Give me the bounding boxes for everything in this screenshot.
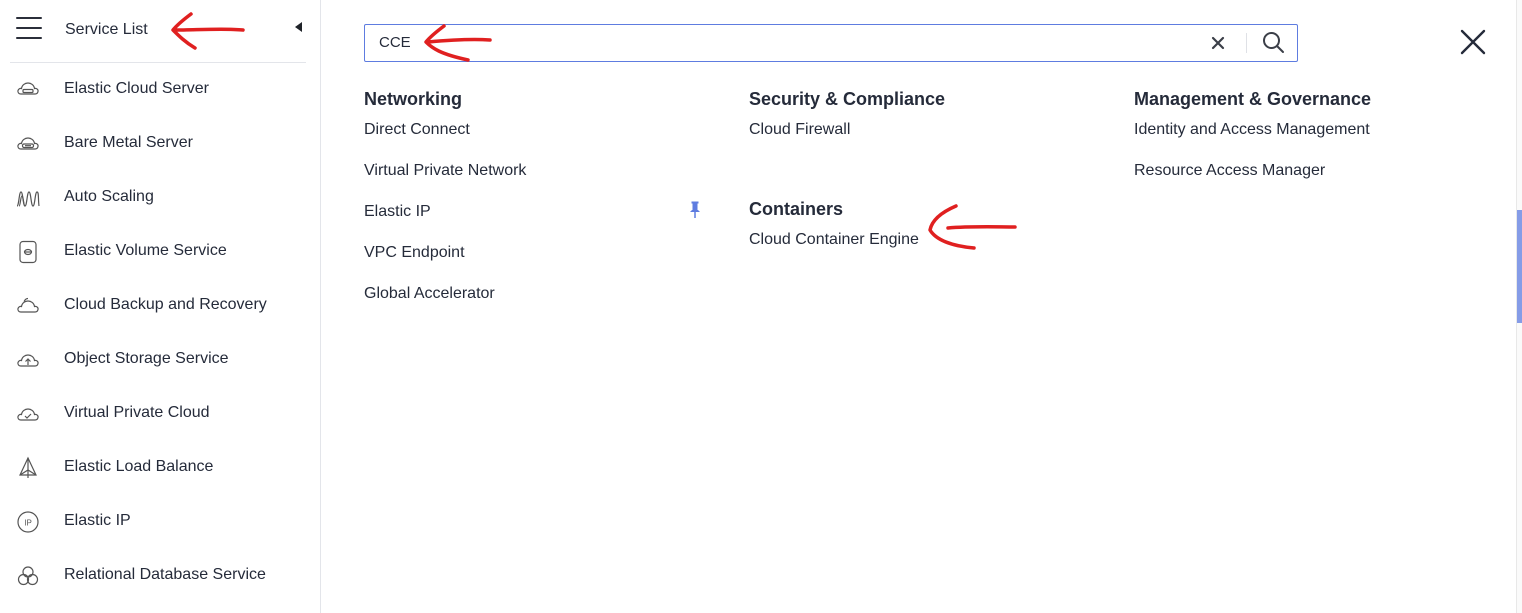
sidebar-item-label: Bare Metal Server	[64, 134, 193, 151]
sidebar-item-object-storage-service[interactable]: Object Storage Service	[0, 332, 320, 386]
background-page-highlight	[1517, 210, 1522, 323]
sidebar-item-bare-metal-server[interactable]: Bare Metal Server	[0, 116, 320, 170]
sidebar-item-label: Virtual Private Cloud	[64, 404, 210, 421]
category-networking: Networking Direct Connect Virtual Privat…	[364, 88, 704, 314]
category-title: Networking	[364, 89, 463, 109]
sidebar-item-label: Cloud Backup and Recovery	[64, 296, 267, 313]
sidebar-item-label: Elastic Volume Service	[64, 242, 227, 259]
category-security-compliance: Security & Compliance Cloud Firewall	[749, 88, 1089, 150]
database-icon	[17, 566, 39, 586]
category-containers: Containers Cloud Container Engine	[749, 198, 1089, 260]
service-link-vpc-endpoint[interactable]: VPC Endpoint	[364, 232, 704, 273]
sidebar-item-label: Auto Scaling	[64, 188, 154, 205]
sidebar-item-label: Elastic Cloud Server	[64, 80, 209, 97]
service-link-cloud-container-engine[interactable]: Cloud Container Engine	[749, 219, 1089, 260]
sidebar-item-elastic-load-balance[interactable]: Elastic Load Balance	[0, 440, 320, 494]
sidebar-item-elastic-cloud-server[interactable]: Elastic Cloud Server	[0, 62, 320, 116]
auto-scaling-icon	[16, 191, 40, 207]
volume-icon	[19, 240, 37, 264]
category-title: Security & Compliance	[749, 89, 946, 109]
close-icon[interactable]	[1460, 29, 1486, 55]
service-link-identity-and-access-management[interactable]: Identity and Access Management	[1134, 109, 1494, 150]
service-search-box	[364, 24, 1298, 62]
service-link-cloud-firewall[interactable]: Cloud Firewall	[749, 109, 1089, 150]
sidebar-item-relational-database-service[interactable]: Relational Database Service	[0, 548, 320, 602]
sidebar-item-elastic-ip[interactable]: IP Elastic IP	[0, 494, 320, 548]
sidebar-item-virtual-private-cloud[interactable]: Virtual Private Cloud	[0, 386, 320, 440]
pin-icon[interactable]	[689, 201, 701, 219]
sidebar-item-elastic-volume-service[interactable]: Elastic Volume Service	[0, 224, 320, 278]
sidebar-item-label: Elastic Load Balance	[64, 458, 214, 475]
sidebar-item-auto-scaling[interactable]: Auto Scaling	[0, 170, 320, 224]
collapse-arrow-icon[interactable]	[295, 22, 302, 32]
hamburger-menu-icon[interactable]	[16, 17, 42, 41]
vpc-icon	[17, 408, 39, 421]
load-balance-icon	[19, 456, 37, 478]
category-management-governance: Management & Governance Identity and Acc…	[1134, 88, 1494, 191]
service-sidebar: Service List Elastic Cloud Server Bare M…	[0, 0, 321, 613]
service-link-global-accelerator[interactable]: Global Accelerator	[364, 273, 704, 314]
service-list-title: Service List	[65, 21, 148, 38]
cloud-server-icon	[17, 82, 39, 95]
cloud-backup-icon	[17, 297, 39, 313]
object-storage-icon	[17, 354, 39, 367]
category-title: Management & Governance	[1134, 89, 1372, 109]
sidebar-item-label: Elastic IP	[64, 512, 131, 529]
search-divider	[1246, 33, 1247, 53]
search-input[interactable]	[379, 25, 1199, 59]
sidebar-header: Service List	[10, 0, 306, 63]
bare-metal-icon	[17, 137, 39, 150]
search-icon[interactable]	[1261, 30, 1285, 54]
sidebar-item-label: Relational Database Service	[64, 566, 266, 583]
service-link-elastic-ip[interactable]: Elastic IP	[364, 191, 704, 232]
clear-icon[interactable]	[1210, 35, 1226, 51]
ip-icon: IP	[17, 511, 39, 533]
service-link-direct-connect[interactable]: Direct Connect	[364, 109, 704, 150]
svg-text:IP: IP	[24, 519, 32, 528]
sidebar-item-label: Object Storage Service	[64, 350, 229, 367]
service-link-resource-access-manager[interactable]: Resource Access Manager	[1134, 150, 1494, 191]
sidebar-item-cloud-backup-and-recovery[interactable]: Cloud Backup and Recovery	[0, 278, 320, 332]
service-link-virtual-private-network[interactable]: Virtual Private Network	[364, 150, 704, 191]
category-title: Containers	[749, 199, 844, 219]
